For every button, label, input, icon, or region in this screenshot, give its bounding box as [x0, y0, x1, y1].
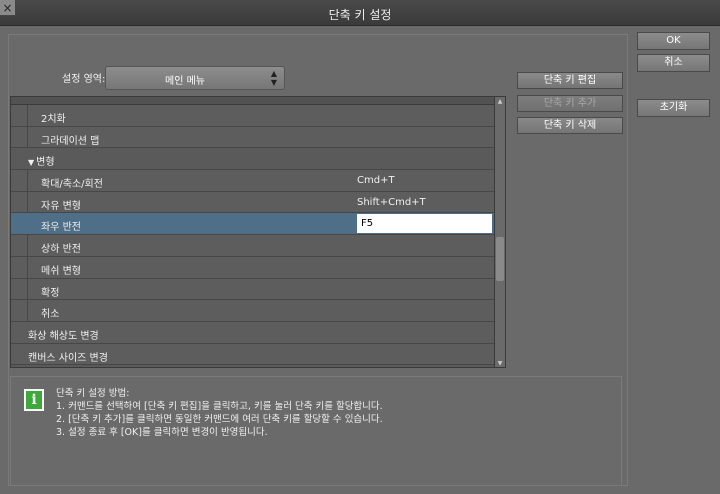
- info-panel: i 단축 키 설정 방법: 1. 커맨드를 선택하여 [단축 키 편집]을 클릭…: [10, 376, 622, 486]
- shortcut-row[interactable]: 2치화: [11, 105, 495, 127]
- shortcut-key-field[interactable]: F5: [357, 214, 492, 234]
- shortcut-row[interactable]: 화상 해상도 변경: [11, 321, 495, 344]
- row-indent: [11, 105, 28, 126]
- command-name: 메쉬 변형: [41, 262, 81, 277]
- shortcut-row[interactable]: 취소: [11, 300, 495, 322]
- command-name-text: 변형: [36, 157, 55, 169]
- setting-area-value: 메인 메뉴: [165, 76, 205, 87]
- command-name: 좌우 반전: [41, 218, 81, 233]
- command-name-text: 상하 반전: [41, 244, 81, 256]
- scroll-down-icon[interactable]: ▼: [495, 359, 505, 367]
- command-name: 확정: [41, 284, 59, 299]
- command-name-text: 그라데이션 맵: [41, 135, 100, 147]
- command-name-text: 좌우 반전: [41, 222, 81, 234]
- delete-shortcut-button[interactable]: 단축 키 삭제: [517, 117, 623, 134]
- info-line: 단축 키 설정 방법:: [56, 388, 130, 399]
- dialog-body: 설정 영역: 메인 메뉴 ▲ ▼ 2치화 그라데이션 맵 ▼ 변형 확대/축소/회전 Cmd…: [0, 26, 720, 494]
- command-name: 캔버스 사이즈 변경: [28, 349, 108, 364]
- info-text: 단축 키 설정 방법: 1. 커맨드를 선택하여 [단축 키 편집]을 클릭하고…: [56, 387, 383, 439]
- window-title: 단축 키 설정: [328, 8, 392, 22]
- add-shortcut-button[interactable]: 단축 키 추가: [517, 95, 623, 112]
- shortcut-row[interactable]: 그라데이션 맵: [11, 126, 495, 149]
- command-name-text: 취소: [41, 309, 60, 321]
- row-indent: [11, 235, 28, 256]
- info-line: 2. [단축 키 추가]를 클릭하면 동일한 커맨드에 여러 단축 키를 할당할…: [56, 414, 383, 425]
- command-name-text: 캔버스 사이즈 변경: [28, 352, 108, 364]
- command-name-text: 2치화: [41, 114, 66, 125]
- shortcut-row[interactable]: 메쉬 변형: [11, 256, 495, 279]
- row-indent: [11, 191, 28, 213]
- command-name: 그라데이션 맵: [41, 132, 99, 147]
- row-indent: [11, 300, 28, 321]
- shortcut-row[interactable]: 확정: [11, 278, 495, 301]
- shortcut-row[interactable]: 상하 반전: [11, 235, 495, 257]
- cancel-button[interactable]: 취소: [637, 54, 710, 72]
- command-name: 취소: [41, 305, 59, 320]
- up-down-arrows-icon: ▲ ▼: [270, 69, 278, 87]
- command-name-text: 확대/축소/회전: [41, 179, 103, 191]
- title-bar: × 단축 키 설정: [0, 0, 720, 26]
- command-name: 상하 반전: [41, 240, 81, 255]
- info-icon: i: [24, 389, 44, 411]
- list-top-strip: [11, 97, 495, 105]
- scroll-up-icon[interactable]: ▲: [495, 97, 505, 107]
- ok-button[interactable]: OK: [637, 32, 710, 50]
- shortcut-row[interactable]: 확대/축소/회전 Cmd+T: [11, 170, 495, 192]
- row-indent: [11, 278, 28, 300]
- command-name: 화상 해상도 변경: [28, 327, 99, 342]
- command-name-text: 자유 변형: [41, 200, 81, 212]
- command-name-text: 메쉬 변형: [41, 265, 81, 277]
- reset-button[interactable]: 초기화: [637, 99, 710, 117]
- shortcut-row[interactable]: ▼ 변형: [11, 148, 495, 171]
- command-name-text: 화상 해상도 변경: [28, 330, 99, 342]
- vertical-scrollbar[interactable]: ▲ ▼: [494, 97, 505, 367]
- edit-shortcut-button[interactable]: 단축 키 편집: [517, 72, 623, 89]
- shortcut-row[interactable]: 자유 변형 Shift+Cmd+T: [11, 191, 495, 214]
- shortcut-row[interactable]: 좌우 반전 F5: [11, 213, 495, 236]
- shortcut-list-rows: 2치화그라데이션 맵 ▼ 변형확대/축소/회전 Cmd+T 자유 변형 Shift+Cmd…: [11, 97, 495, 367]
- command-name-text: 확정: [41, 287, 60, 299]
- command-name: ▼ 변형: [28, 153, 55, 168]
- setting-area-label: 설정 영역:: [62, 74, 106, 85]
- row-indent: [11, 126, 28, 148]
- command-name: 2치화: [41, 110, 66, 125]
- info-line: 3. 설정 종료 후 [OK]를 클릭하면 변경이 반영됩니다.: [56, 427, 268, 438]
- info-line: 1. 커맨드를 선택하여 [단축 키 편집]을 클릭하고, 키를 눌러 단축 키…: [56, 401, 383, 412]
- setting-area-select[interactable]: 메인 메뉴 ▲ ▼: [105, 66, 285, 90]
- command-name: 자유 변형: [41, 197, 81, 212]
- shortcut-key: Cmd+T: [357, 175, 395, 187]
- expand-triangle-icon[interactable]: ▼: [28, 158, 34, 167]
- shortcut-key: Shift+Cmd+T: [357, 196, 426, 208]
- shortcut-row[interactable]: 캔버스 사이즈 변경: [11, 343, 495, 366]
- command-name: 확대/축소/회전: [41, 175, 103, 190]
- scroll-thumb[interactable]: [496, 237, 504, 281]
- row-indent: [11, 256, 28, 278]
- shortcut-list[interactable]: 2치화 그라데이션 맵 ▼ 변형 확대/축소/회전 Cmd+T 자유 변형 Shift+Cmd…: [10, 96, 506, 368]
- row-indent: [11, 170, 28, 191]
